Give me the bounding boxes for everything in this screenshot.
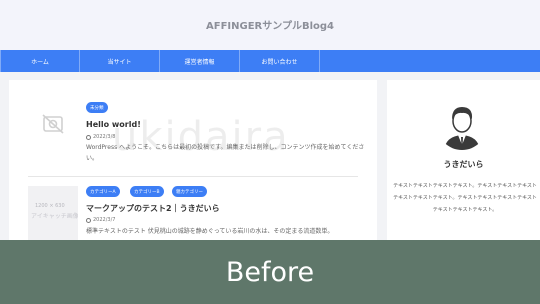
nav-item-home[interactable]: ホーム: [0, 50, 80, 72]
site-header: AFFINGERサンプルBlog4: [0, 0, 540, 50]
author-bio: テキストテキストテキストテキスト。テキストテキストテキストテキストテキストテキス…: [393, 183, 537, 213]
post-date: 2022/3/7: [86, 217, 115, 223]
thumbnail-size-text: 1200 × 630: [35, 203, 65, 209]
no-image-icon[interactable]: [28, 99, 78, 149]
post-title[interactable]: マークアップのテスト2｜うきだいら: [86, 203, 220, 214]
site-title[interactable]: AFFINGERサンプルBlog4: [0, 17, 540, 32]
nav-item-about-site[interactable]: 当サイト: [80, 50, 160, 72]
category-badge[interactable]: 親カテゴリー: [172, 186, 207, 197]
divider: [28, 176, 358, 177]
post-date-text: 2022/3/7: [93, 217, 116, 223]
post-title[interactable]: Hello world!: [86, 120, 141, 129]
before-label-bar: Before: [0, 240, 540, 304]
nav-item-operator[interactable]: 運営者情報: [160, 50, 240, 72]
category-badge[interactable]: カテゴリーB: [130, 186, 164, 197]
author-name: うきだいら: [443, 160, 484, 169]
post-excerpt: 標準テキストのテスト 伏見桃山の城跡を静めぐっている岩川の水は、その定まる流道数…: [86, 228, 334, 235]
post-date: 2022/3/8: [86, 134, 115, 140]
post-excerpt: WordPress へようこそ。こちらは最初の投稿です。編集または削除し、コンテ…: [86, 144, 365, 162]
category-badge[interactable]: 未分類: [86, 102, 108, 113]
nav-item-contact[interactable]: お問い合わせ: [240, 50, 320, 72]
global-nav: ホーム 当サイト 運営者情報 お問い合わせ: [0, 50, 540, 72]
post-date-text: 2022/3/8: [93, 134, 116, 140]
clock-icon: [86, 217, 91, 223]
category-badge[interactable]: カテゴリーA: [86, 186, 120, 197]
author-avatar: [437, 100, 487, 150]
thumbnail-caption: アイキャッチ画像: [31, 213, 78, 220]
post-thumbnail[interactable]: 1200 × 630 アイキャッチ画像: [28, 186, 78, 240]
before-label: Before: [225, 256, 315, 288]
clock-icon: [86, 134, 91, 140]
